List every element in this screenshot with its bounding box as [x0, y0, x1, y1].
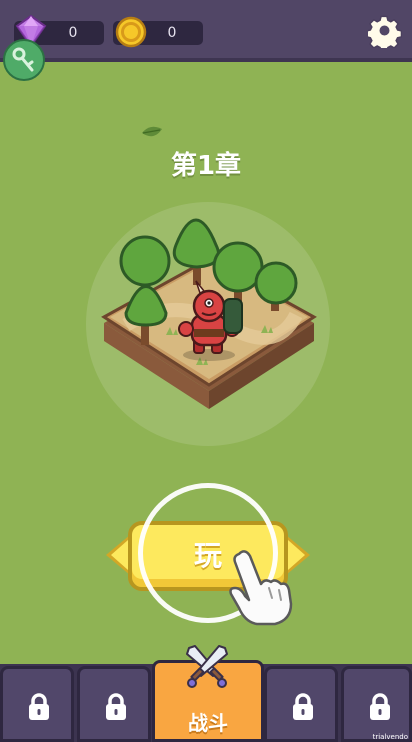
floating-leaf-icon — [142, 126, 162, 137]
forest-island-with-ogre — [101, 218, 317, 409]
play-left-arrow-fill — [111, 540, 128, 570]
locked-tab-1[interactable] — [0, 666, 74, 742]
locked-tab-2[interactable] — [77, 666, 151, 742]
pointing-hand-icon — [229, 550, 293, 626]
coin-icon — [115, 16, 147, 48]
lock-icon — [293, 693, 313, 720]
key-icon[interactable] — [2, 38, 46, 82]
locked-tab-3[interactable] — [264, 666, 338, 742]
watermark: trialvendo — [372, 733, 408, 741]
lock-icon — [370, 693, 390, 720]
locked-tab-4[interactable] — [341, 666, 412, 742]
chapter-title: 第1章 — [170, 151, 242, 181]
battle-tab-label: 战斗 — [188, 711, 228, 735]
lock-icon — [29, 693, 49, 720]
lock-icon — [106, 693, 126, 720]
coin-count: 0 — [167, 25, 177, 41]
crossed-swords-icon — [186, 645, 228, 688]
gem-count: 0 — [68, 25, 78, 41]
settings-gear-icon[interactable] — [368, 14, 402, 48]
